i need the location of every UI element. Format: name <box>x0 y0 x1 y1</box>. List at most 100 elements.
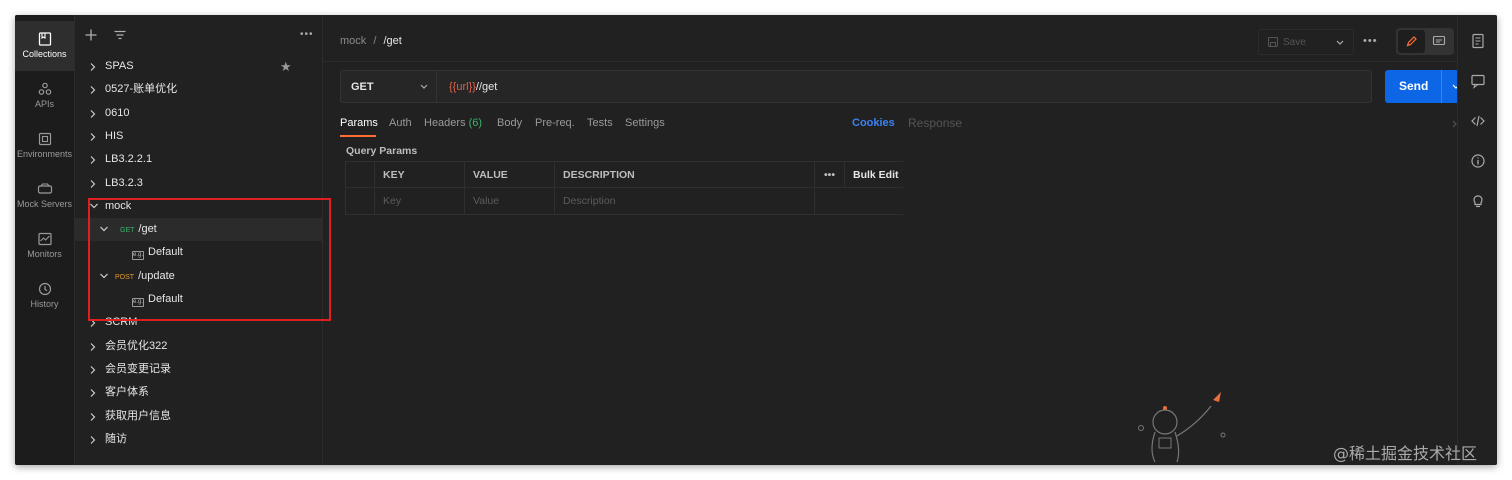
breadcrumb-current[interactable]: /get <box>383 35 401 47</box>
method-value: GET <box>351 81 374 93</box>
rail-environments-label: Environments <box>16 149 73 159</box>
tab-prereq[interactable]: Pre-req. <box>535 117 575 129</box>
breadcrumb-parent[interactable]: mock <box>340 35 366 47</box>
save-button[interactable]: Save <box>1258 29 1354 55</box>
collection-item[interactable]: 随访 <box>75 428 323 451</box>
params-col-value: VALUE <box>465 161 555 188</box>
collection-item[interactable]: 会员变更记录 <box>75 358 323 381</box>
send-label: Send <box>1399 79 1429 93</box>
collection-item[interactable]: 会员优化322 <box>75 335 323 358</box>
chevron-right-icon[interactable] <box>87 381 99 404</box>
mode-switch[interactable] <box>1396 28 1454 55</box>
collection-label: 会员变更记录 <box>105 362 171 375</box>
info-icon[interactable] <box>1470 153 1486 169</box>
documentation-icon[interactable] <box>1470 33 1486 49</box>
sidebar-more-button[interactable]: ••• <box>300 29 314 40</box>
tab-headers[interactable]: Headers (6) <box>424 117 482 129</box>
collection-item[interactable]: 客户体系 <box>75 381 323 404</box>
tab-headers-count: (6) <box>468 117 483 129</box>
collection-item[interactable]: SPAS ★ <box>75 55 323 78</box>
chevron-down-icon[interactable] <box>1335 39 1345 47</box>
collection-item[interactable]: 获取用户信息 <box>75 405 323 428</box>
chevron-right-icon[interactable] <box>87 125 99 148</box>
rail-environments[interactable]: Environments <box>15 121 74 171</box>
save-label: Save <box>1283 37 1306 48</box>
rail-collections-label: Collections <box>22 49 67 59</box>
chevron-right-icon[interactable] <box>87 55 99 78</box>
rail-mock-servers[interactable]: Mock Servers <box>15 171 74 221</box>
param-description-input[interactable]: Description <box>555 188 815 215</box>
collection-label: 随访 <box>105 432 127 445</box>
collections-icon <box>38 32 51 46</box>
tab-auth[interactable]: Auth <box>389 117 412 129</box>
lightbulb-icon[interactable] <box>1470 193 1486 209</box>
collection-label: 客户体系 <box>105 386 149 399</box>
chevron-right-icon[interactable] <box>87 358 99 381</box>
params-more-button[interactable]: ••• <box>815 161 845 188</box>
chevron-down-icon <box>420 84 428 89</box>
url-variable: {{url}} <box>449 81 476 93</box>
chevron-right-icon[interactable] <box>87 78 99 101</box>
astronaut-illustration <box>1138 392 1226 463</box>
plus-icon[interactable] <box>83 27 99 43</box>
params-row-check[interactable] <box>345 188 375 215</box>
chevron-right-icon[interactable] <box>87 428 99 451</box>
apis-icon <box>38 82 51 95</box>
chevron-right-icon[interactable] <box>87 335 99 358</box>
chevron-right-icon[interactable] <box>87 172 99 195</box>
rail-history-label: History <box>30 299 59 309</box>
tab-headers-label: Headers <box>424 117 466 129</box>
collection-label: 0610 <box>105 106 130 119</box>
rail-collections[interactable]: Collections <box>15 21 74 71</box>
chevron-right-icon[interactable] <box>87 405 99 428</box>
chevron-right-icon[interactable] <box>87 102 99 125</box>
rail-apis[interactable]: APIs <box>15 71 74 121</box>
collection-label: LB3.2.2.1 <box>105 153 153 166</box>
params-table: KEY VALUE DESCRIPTION ••• Bulk Edit Key … <box>345 161 903 215</box>
code-icon[interactable] <box>1470 113 1486 129</box>
url-input[interactable]: {{url}}//get <box>449 81 497 93</box>
chevron-right-icon[interactable] <box>87 148 99 171</box>
star-icon[interactable]: ★ <box>280 55 292 78</box>
filter-icon[interactable] <box>112 27 128 43</box>
rail-monitors[interactable]: Monitors <box>15 221 74 271</box>
url-path: //get <box>475 81 498 93</box>
params-col-key: KEY <box>375 161 465 188</box>
tab-settings[interactable]: Settings <box>625 117 665 129</box>
pencil-icon <box>1406 36 1417 47</box>
right-rail <box>1457 15 1497 465</box>
rail-monitors-label: Monitors <box>27 249 62 259</box>
collection-label: LB3.2.3 <box>105 176 143 189</box>
sidebar-header: ••• <box>75 15 323 55</box>
rail-history[interactable]: History <box>15 271 74 321</box>
collection-label: SPAS <box>105 60 134 72</box>
monitors-icon <box>37 232 52 246</box>
comments-icon[interactable] <box>1470 73 1486 89</box>
watermark: @稀土掘金技术社区 <box>1333 444 1478 463</box>
collection-item[interactable]: 0610 <box>75 102 323 125</box>
request-more-button[interactable]: ••• <box>1363 35 1378 47</box>
rail-apis-label: APIs <box>34 99 54 109</box>
breadcrumb-separator: / <box>373 35 377 47</box>
collection-item[interactable]: 0527-账单优化 <box>75 78 323 101</box>
tab-body[interactable]: Body <box>497 117 522 129</box>
cookies-link[interactable]: Cookies <box>852 117 895 129</box>
method-select[interactable]: GET <box>341 71 437 102</box>
collection-label: 获取用户信息 <box>105 409 171 422</box>
environments-icon <box>38 132 51 146</box>
params-check-col <box>345 161 375 188</box>
comment-icon[interactable] <box>1432 35 1446 48</box>
tab-tests[interactable]: Tests <box>587 117 613 129</box>
params-row-filler <box>815 188 903 215</box>
param-key-input[interactable]: Key <box>375 188 465 215</box>
params-col-description: DESCRIPTION <box>555 161 815 188</box>
collection-item[interactable]: LB3.2.3 <box>75 172 323 195</box>
tab-params[interactable]: Params <box>340 117 378 129</box>
request-pane: mock / /get Save ••• GET {{url}}//get Se… <box>323 15 1469 465</box>
param-value-input[interactable]: Value <box>465 188 555 215</box>
query-params-title: Query Params <box>346 145 418 157</box>
bulk-edit-button[interactable]: Bulk Edit <box>845 161 903 188</box>
collection-item[interactable]: LB3.2.2.1 <box>75 148 323 171</box>
edit-mode-button[interactable] <box>1398 30 1425 53</box>
collection-item[interactable]: HIS <box>75 125 323 148</box>
